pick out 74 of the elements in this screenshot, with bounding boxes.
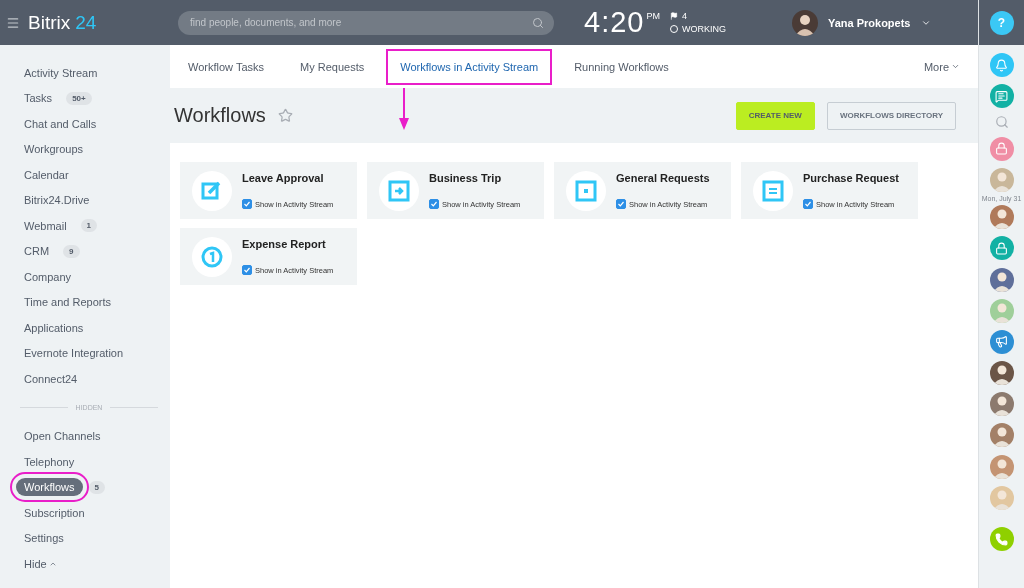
tab[interactable]: Workflows in Activity Stream <box>386 48 553 85</box>
sidebar-item[interactable]: Connect24 <box>16 369 86 388</box>
sidebar-item[interactable]: Activity Stream <box>16 63 106 82</box>
tab[interactable]: Running Workflows <box>560 48 683 85</box>
contact-avatar[interactable] <box>989 423 1014 448</box>
sidebar-item[interactable]: Subscription <box>16 503 93 522</box>
sidebar-item[interactable]: Open Channels <box>16 427 109 446</box>
contact-avatar[interactable] <box>989 267 1014 292</box>
user-avatar[interactable] <box>791 9 818 36</box>
checkbox[interactable] <box>429 199 439 209</box>
bell-icon <box>995 58 1008 72</box>
lock-button[interactable] <box>989 236 1014 261</box>
directory-button[interactable]: WORKFLOWS DIRECTORY <box>826 101 956 130</box>
chat-button[interactable] <box>989 84 1014 109</box>
square-icon <box>574 179 598 203</box>
sidebar-item[interactable]: Bitrix24.Drive <box>16 191 98 210</box>
star-icon[interactable] <box>277 108 293 123</box>
user-name[interactable]: Yana Prokopets <box>827 16 911 29</box>
search-icon[interactable] <box>994 115 1009 130</box>
create-button[interactable]: CREATE NEW <box>735 101 815 130</box>
workflow-title: Purchase Request <box>803 172 899 184</box>
page-title: Workflows <box>174 104 266 127</box>
sidebar-item[interactable]: Settings <box>16 529 72 548</box>
counter-badge: 50+ <box>66 91 92 105</box>
search-field[interactable]: find people, documents, and more <box>178 10 554 35</box>
sidebar-item[interactable]: Telephony <box>16 452 83 471</box>
counter-badge: 1 <box>80 219 98 233</box>
workflow-title: Expense Report <box>242 238 327 250</box>
megaphone-icon <box>995 335 1008 349</box>
sidebar-item[interactable]: Workgroups <box>16 140 92 159</box>
list-icon <box>761 179 785 203</box>
counter-badge: 9 <box>63 244 80 258</box>
clock-ampm: PM <box>646 11 660 21</box>
phone-icon <box>995 532 1008 546</box>
checkbox[interactable] <box>242 199 252 209</box>
workflow-title: General Requests <box>616 172 710 184</box>
workflow-title: Leave Approval <box>242 172 325 184</box>
lock-icon <box>995 142 1008 156</box>
flag-icon <box>669 12 678 20</box>
logo: Bitrix 24 <box>28 11 98 34</box>
phone-button[interactable] <box>989 527 1014 551</box>
coin-icon <box>200 245 224 269</box>
work-status[interactable]: WORKING <box>681 24 726 34</box>
sidebar-item[interactable]: Applications <box>16 318 92 337</box>
workflow-title: Business Trip <box>429 172 503 184</box>
hide-toggle[interactable]: Hide <box>16 554 55 573</box>
sidebar-item[interactable]: Company <box>16 267 80 286</box>
checkbox[interactable] <box>616 199 626 209</box>
menu-icon[interactable] <box>6 15 20 30</box>
checkbox[interactable] <box>803 199 813 209</box>
search-icon[interactable] <box>532 16 544 29</box>
sidebar-item[interactable]: Calendar <box>16 165 77 184</box>
sidebar-item[interactable]: CRM <box>16 242 58 261</box>
sidebar-item[interactable]: Chat and Calls <box>16 114 105 133</box>
more-menu[interactable]: More <box>923 60 960 73</box>
megaphone-button[interactable] <box>989 329 1014 354</box>
lock-button[interactable] <box>989 136 1014 161</box>
sidebar-item[interactable]: Webmail <box>16 216 75 235</box>
counter-badge: 5 <box>88 480 105 494</box>
tab[interactable]: My Requests <box>286 48 379 85</box>
contact-avatar[interactable] <box>989 392 1014 417</box>
clock-time: 4:20 <box>584 6 645 39</box>
sidebar-item[interactable]: Tasks <box>16 89 61 108</box>
tab[interactable]: Workflow Tasks <box>188 48 278 85</box>
lock-icon <box>995 241 1008 255</box>
chat-icon <box>995 89 1008 103</box>
sidebar-item[interactable]: Evernote Integration <box>16 344 132 363</box>
contact-avatar[interactable] <box>989 205 1014 230</box>
contact-avatar[interactable] <box>989 361 1014 386</box>
flag-count: 4 <box>681 11 687 21</box>
caret-icon <box>951 62 960 71</box>
checkbox[interactable] <box>242 265 252 275</box>
sidebar-item[interactable]: Time and Reports <box>16 293 120 312</box>
notifications-button[interactable] <box>989 53 1014 77</box>
